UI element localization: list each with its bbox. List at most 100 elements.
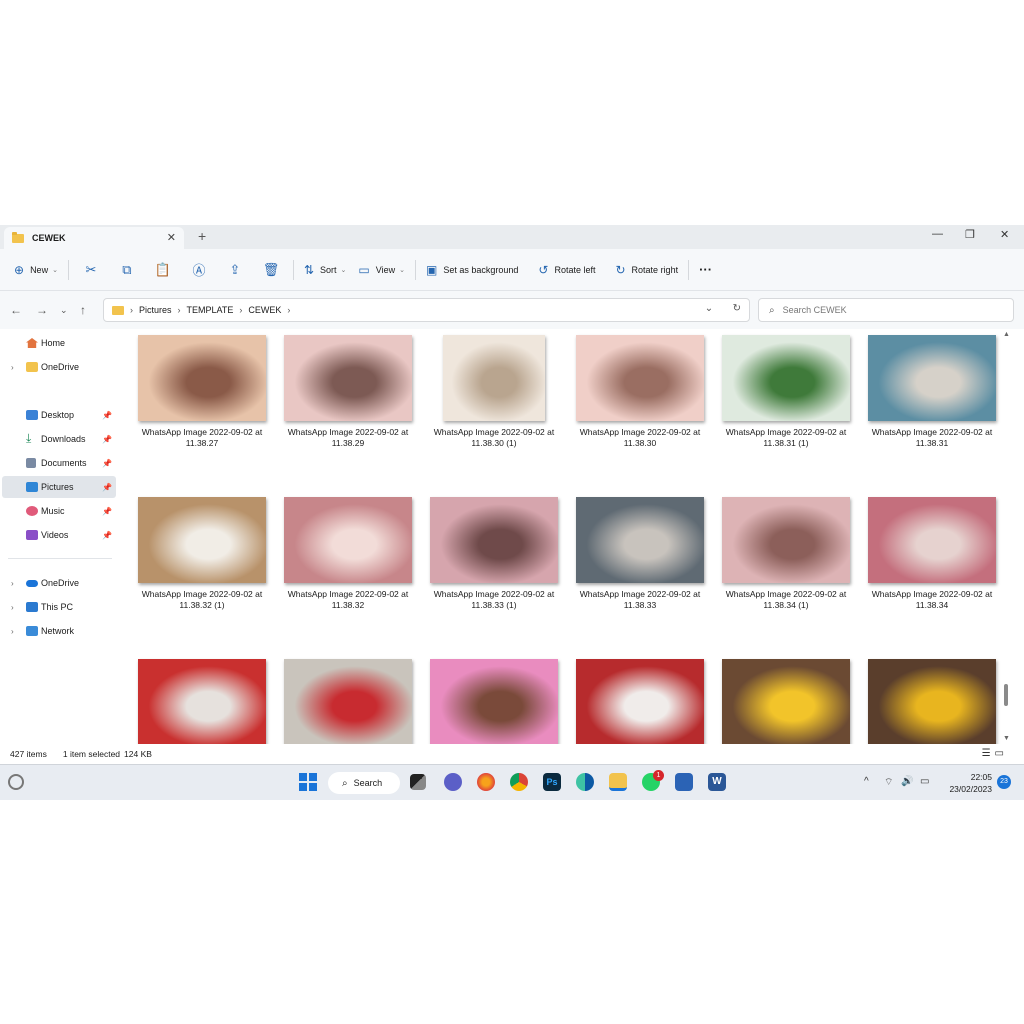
set-background-button[interactable]: ▣ Set as background (420, 257, 524, 283)
file-thumbnail[interactable] (430, 659, 558, 744)
file-thumbnail[interactable] (138, 497, 266, 583)
file-thumbnail[interactable] (284, 335, 412, 421)
file-thumbnail[interactable] (430, 497, 558, 583)
file-name[interactable]: WhatsApp Image 2022-09-02 at 11.38.32 (1) (132, 589, 272, 611)
photoshop-icon[interactable]: Ps (543, 773, 561, 791)
close-button[interactable]: ✕ (1000, 228, 1009, 241)
sidebar-item-documents[interactable]: Documents 📌 (2, 452, 116, 474)
copy-icon[interactable]: ⧉ (109, 262, 145, 278)
file-thumbnail[interactable] (443, 335, 545, 421)
sidebar-item-home[interactable]: Home (2, 332, 116, 354)
edge-icon[interactable] (576, 773, 594, 791)
new-button[interactable]: ⊕ New ⌄ (8, 257, 64, 283)
sort-button[interactable]: ⇅ Sort ⌄ (298, 257, 352, 283)
more-options-button[interactable]: ··· (693, 257, 718, 283)
widgets-icon[interactable] (8, 774, 24, 790)
back-arrow-icon[interactable]: ← (10, 303, 22, 317)
scroll-down-icon[interactable]: ▼ (1003, 735, 1010, 742)
folder-icon (112, 305, 124, 315)
file-thumbnail[interactable] (722, 659, 850, 744)
sidebar-item-videos[interactable]: Videos 📌 (2, 524, 116, 546)
sidebar-item-network[interactable]: › Network (2, 620, 116, 642)
file-thumbnail[interactable] (138, 659, 266, 744)
battery-icon[interactable]: ▭ (920, 776, 929, 787)
file-name[interactable]: WhatsApp Image 2022-09-02 at 11.38.33 (570, 589, 710, 611)
wifi-icon[interactable]: ⌔ (884, 776, 893, 789)
new-tab-button[interactable]: + (198, 228, 206, 244)
sidebar-item-onedrive-personal[interactable]: › OneDrive (2, 572, 116, 594)
file-name[interactable]: WhatsApp Image 2022-09-02 at 11.38.27 (132, 427, 272, 449)
expand-icon[interactable]: › (11, 627, 14, 636)
word-icon[interactable]: W (708, 773, 726, 791)
address-history-and-refresh[interactable]: ⌄ ↻ (705, 303, 741, 314)
store-icon[interactable] (675, 773, 693, 791)
file-thumbnail[interactable] (138, 335, 266, 421)
vertical-scrollbar[interactable]: ▲ ▼ (1000, 329, 1012, 744)
view-toggle-icons[interactable]: ☰▭ (982, 748, 1008, 759)
file-name[interactable]: WhatsApp Image 2022-09-02 at 11.38.34 (1) (716, 589, 856, 611)
file-thumbnail[interactable] (722, 497, 850, 583)
chrome-icon[interactable] (510, 773, 528, 791)
file-name[interactable]: WhatsApp Image 2022-09-02 at 11.38.32 (278, 589, 418, 611)
file-name[interactable]: WhatsApp Image 2022-09-02 at 11.38.31 (862, 427, 1002, 449)
sidebar-item-this-pc[interactable]: › This PC (2, 596, 116, 618)
breadcrumb-cewek[interactable]: CEWEK (248, 305, 281, 315)
tab-close-icon[interactable]: ✕ (167, 231, 176, 244)
rotate-left-button[interactable]: ↺ Rotate left (532, 257, 601, 283)
sidebar-item-music[interactable]: Music 📌 (2, 500, 116, 522)
scroll-up-icon[interactable]: ▲ (1003, 331, 1010, 338)
clock[interactable]: 22:05 23/02/2023 (940, 771, 992, 795)
volume-icon[interactable]: 🔊 (901, 776, 913, 787)
file-thumbnail[interactable] (868, 497, 996, 583)
expand-icon[interactable]: › (11, 579, 14, 588)
file-thumbnail[interactable] (576, 335, 704, 421)
maximize-button[interactable]: ❐ (965, 228, 975, 241)
teams-chat-icon[interactable] (444, 773, 462, 791)
file-name[interactable]: WhatsApp Image 2022-09-02 at 11.38.33 (1) (424, 589, 564, 611)
tab-cewek[interactable]: CEWEK ✕ (4, 227, 184, 249)
search-input[interactable]: ⌕ Search CEWEK (758, 298, 1014, 322)
forward-arrow-icon[interactable]: → (36, 303, 48, 317)
notification-badge[interactable]: 23 (997, 775, 1011, 789)
firefox-icon[interactable] (477, 773, 495, 791)
file-thumbnail[interactable] (722, 335, 850, 421)
file-name-line: WhatsApp Image 2022-09-02 at (579, 589, 701, 599)
sidebar-item-onedrive[interactable]: › OneDrive (2, 356, 116, 378)
sort-label: Sort (320, 264, 337, 275)
file-name[interactable]: WhatsApp Image 2022-09-02 at 11.38.30 (1) (424, 427, 564, 449)
file-thumbnail[interactable] (576, 659, 704, 744)
file-name[interactable]: WhatsApp Image 2022-09-02 at 11.38.29 (278, 427, 418, 449)
expand-icon[interactable]: › (11, 363, 14, 372)
file-thumbnail[interactable] (284, 659, 412, 744)
sidebar-item-desktop[interactable]: Desktop 📌 (2, 404, 116, 426)
taskbar-search[interactable]: ⌕ Search (328, 772, 400, 794)
recent-locations-icon[interactable]: ⌄ (60, 305, 68, 316)
share-icon[interactable]: ⇪ (217, 262, 253, 278)
expand-icon[interactable]: › (11, 603, 14, 612)
rename-icon[interactable]: Ⓐ (181, 260, 217, 279)
chevron-up-icon[interactable]: ^ (864, 776, 869, 787)
view-button[interactable]: ▭ View ⌄ (352, 257, 411, 283)
breadcrumb-pictures[interactable]: Pictures (139, 305, 172, 315)
sidebar-item-pictures[interactable]: Pictures 📌 (2, 476, 116, 498)
address-bar[interactable]: › Pictures › TEMPLATE › CEWEK › ⌄ ↻ (103, 298, 750, 322)
file-name[interactable]: WhatsApp Image 2022-09-02 at 11.38.34 (862, 589, 1002, 611)
up-arrow-icon[interactable]: ↑ (80, 303, 86, 317)
delete-icon[interactable]: 🗑 (253, 262, 289, 278)
file-explorer-icon[interactable] (609, 773, 627, 791)
minimize-button[interactable]: — (932, 228, 943, 240)
file-thumbnail[interactable] (284, 497, 412, 583)
file-thumbnail[interactable] (868, 335, 996, 421)
file-name[interactable]: WhatsApp Image 2022-09-02 at 11.38.31 (1) (716, 427, 856, 449)
start-button[interactable] (299, 773, 317, 791)
scrollbar-thumb[interactable] (1004, 684, 1008, 706)
sidebar-item-downloads[interactable]: ⤓ Downloads 📌 (2, 428, 116, 450)
file-thumbnail[interactable] (868, 659, 996, 744)
cut-icon[interactable]: ✂ (73, 262, 109, 278)
paste-icon[interactable]: 📋 (145, 262, 181, 278)
file-thumbnail[interactable] (576, 497, 704, 583)
file-name[interactable]: WhatsApp Image 2022-09-02 at 11.38.30 (570, 427, 710, 449)
breadcrumb-template[interactable]: TEMPLATE (187, 305, 234, 315)
rotate-right-button[interactable]: ↻ Rotate right (609, 257, 684, 283)
task-view-icon[interactable] (410, 774, 426, 790)
